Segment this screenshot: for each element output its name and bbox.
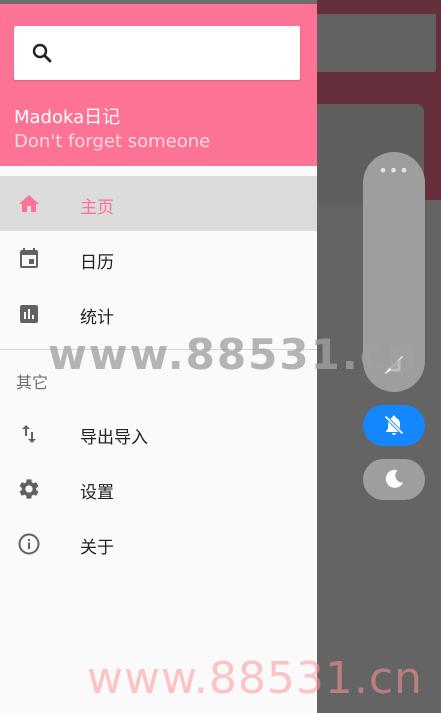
nav-item-calendar[interactable]: 日历 [0, 231, 317, 286]
gear-icon [19, 479, 39, 499]
watermark-bottom: www.88531.cn [87, 653, 423, 704]
nav-item-label: 日历 [80, 253, 114, 273]
nav-item-label: 统计 [80, 308, 114, 328]
search-icon [32, 43, 52, 63]
night-mode-button[interactable] [363, 459, 425, 500]
mute-toggle-button[interactable] [363, 405, 425, 446]
nav-item-about[interactable]: 关于 [0, 516, 317, 571]
import-export-icon [22, 425, 36, 443]
app-tagline: Don't forget someone [14, 131, 211, 152]
nav-item-label: 导出导入 [80, 428, 148, 448]
stats-icon [20, 305, 38, 323]
more-options-icon[interactable]: ••• [363, 160, 425, 182]
search-input[interactable] [14, 26, 300, 80]
nav-item-import-export[interactable]: 导出导入 [0, 406, 317, 461]
nav-item-label: 主页 [80, 198, 114, 218]
nav-item-home[interactable]: 主页 [0, 176, 317, 231]
calendar-icon [20, 248, 38, 268]
nav-item-label: 关于 [80, 538, 114, 558]
drawer-header: Madoka日记 Don't forget someone [0, 0, 317, 166]
moon-icon [385, 469, 403, 488]
status-strip [0, 0, 317, 4]
nav-item-label: 设置 [80, 483, 114, 503]
bell-off-icon [383, 414, 405, 436]
nav-item-settings[interactable]: 设置 [0, 461, 317, 516]
home-icon [19, 195, 39, 212]
info-icon [18, 533, 40, 555]
app-name: Madoka日记 [14, 107, 121, 128]
watermark-middle: www.88531.cn [48, 330, 419, 379]
section-header-other: 其它 [16, 373, 49, 392]
